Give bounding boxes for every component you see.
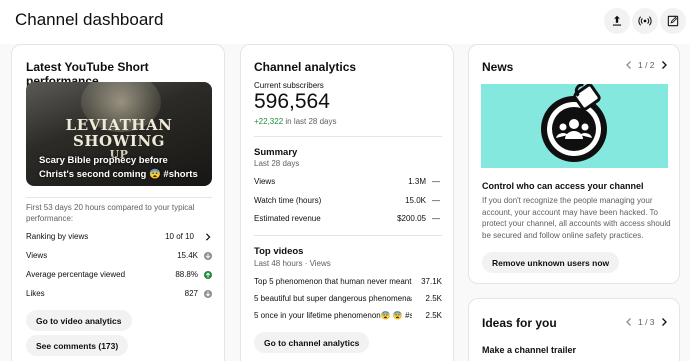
summary-period: Last 28 days — [254, 159, 300, 168]
metric-value: 827 — [184, 289, 198, 298]
top-video-row[interactable]: 5 once in your lifetime phenomenon😨 😨 #s… — [254, 310, 442, 321]
page-title: Channel dashboard — [15, 10, 164, 29]
short-thumbnail[interactable]: LEVIATHAN SHOWING UP Scary Bible prophec… — [26, 82, 212, 186]
summary-title: Summary — [254, 147, 298, 158]
subscribers-label: Current subscribers — [254, 81, 324, 90]
top-videos-title: Top videos — [254, 246, 304, 257]
divider — [26, 197, 212, 198]
chevron-right-icon[interactable] — [659, 317, 669, 327]
metric-value: 10 of 10 — [165, 232, 194, 241]
news-headline: Control who can access your channel — [482, 181, 644, 191]
divider — [254, 136, 442, 137]
subscribers-count: 596,564 — [254, 90, 330, 113]
metric-label: Views — [26, 251, 48, 260]
metric-label: Likes — [26, 289, 45, 298]
metric-row: Likes 827 — [26, 288, 212, 299]
see-comments-button[interactable]: See comments (173) — [26, 335, 129, 356]
upload-button[interactable] — [604, 8, 630, 34]
down-arrow-icon — [204, 289, 212, 298]
summary-row: Views 1.3M — — [254, 176, 442, 187]
ideas-pager: 1 / 3 — [624, 317, 669, 327]
summary-trend: — — [432, 214, 440, 223]
summary-value: 15.0K — [405, 196, 426, 205]
summary-trend: — — [432, 196, 440, 205]
news-body: If you don't recognize the people managi… — [482, 196, 671, 240]
subscribers-delta: +22,322 — [254, 117, 284, 126]
summary-value: $200.05 — [397, 214, 426, 223]
top-videos-period: Last 48 hours · Views — [254, 259, 331, 268]
metric-label: Ranking by views — [26, 232, 89, 241]
metric-value: 15.4K — [177, 251, 198, 260]
top-video-views: 2.5K — [425, 311, 442, 320]
metric-row: Views 15.4K — [26, 250, 212, 261]
idea-title: Make a channel trailer — [482, 345, 577, 355]
news-illustration — [481, 83, 668, 168]
channel-analytics-card: Channel analytics Current subscribers 59… — [240, 44, 454, 361]
subscribers-delta-suffix: in last 28 days — [283, 117, 337, 126]
go-live-button[interactable] — [632, 8, 658, 34]
ideas-card: Ideas for you 1 / 3 Make a channel trail… — [468, 298, 680, 361]
top-video-title: 5 once in your lifetime phenomenon😨 😨 #s… — [254, 311, 412, 320]
latest-short-card: Latest YouTube Short performance LEVIATH… — [11, 44, 225, 361]
video-analytics-button[interactable]: Go to video analytics — [26, 310, 132, 331]
top-header: Channel dashboard — [0, 0, 690, 44]
pager-text: 1 / 3 — [638, 317, 655, 327]
create-post-button[interactable] — [660, 8, 686, 34]
summary-row: Estimated revenue $200.05 — — [254, 213, 442, 224]
divider — [254, 235, 442, 236]
up-arrow-icon — [204, 270, 212, 279]
short-caption: Scary Bible prophecy before Christ's sec… — [39, 155, 198, 180]
summary-trend: — — [432, 177, 440, 186]
top-video-title: Top 5 phenomenon that human never meant … — [254, 277, 412, 286]
news-pager: 1 / 2 — [624, 60, 669, 70]
card-title: Channel analytics — [254, 60, 357, 74]
chevron-left-icon[interactable] — [624, 317, 634, 327]
top-video-row[interactable]: Top 5 phenomenon that human never meant … — [254, 276, 442, 287]
summary-label: Estimated revenue — [254, 214, 321, 223]
card-title: News — [482, 60, 514, 74]
card-title: Ideas for you — [482, 316, 557, 330]
down-arrow-icon — [204, 251, 212, 260]
metric-row: Average percentage viewed 88.8% — [26, 269, 212, 280]
create-post-icon — [667, 15, 679, 27]
metric-value: 88.8% — [175, 270, 198, 279]
summary-label: Views — [254, 177, 276, 186]
metric-label: Average percentage viewed — [26, 270, 126, 279]
chevron-right-icon — [205, 232, 211, 241]
lock-users-icon — [541, 83, 607, 162]
top-video-row[interactable]: 5 beautiful but super dangerous phenomen… — [254, 293, 442, 304]
chevron-right-icon[interactable] — [659, 60, 669, 70]
top-video-views: 2.5K — [425, 294, 442, 303]
upload-icon — [612, 15, 622, 26]
channel-analytics-button[interactable]: Go to channel analytics — [254, 332, 370, 353]
subscribers-change: +22,322 in last 28 days — [254, 117, 337, 126]
pager-text: 1 / 2 — [638, 60, 655, 70]
remove-unknown-users-button[interactable]: Remove unknown users now — [482, 252, 620, 273]
chevron-left-icon[interactable] — [624, 60, 634, 70]
summary-value: 1.3M — [408, 177, 426, 186]
go-live-icon — [638, 16, 652, 26]
news-card: News 1 / 2 Control who can access your c… — [468, 44, 680, 284]
top-video-title: 5 beautiful but super dangerous phenomen… — [254, 294, 412, 303]
summary-label: Watch time (hours) — [254, 196, 322, 205]
top-video-views: 37.1K — [421, 277, 442, 286]
compare-text: First 53 days 20 hours compared to your … — [26, 203, 195, 223]
metric-row[interactable]: Ranking by views 10 of 10 — [26, 231, 212, 242]
summary-row: Watch time (hours) 15.0K — — [254, 195, 442, 206]
